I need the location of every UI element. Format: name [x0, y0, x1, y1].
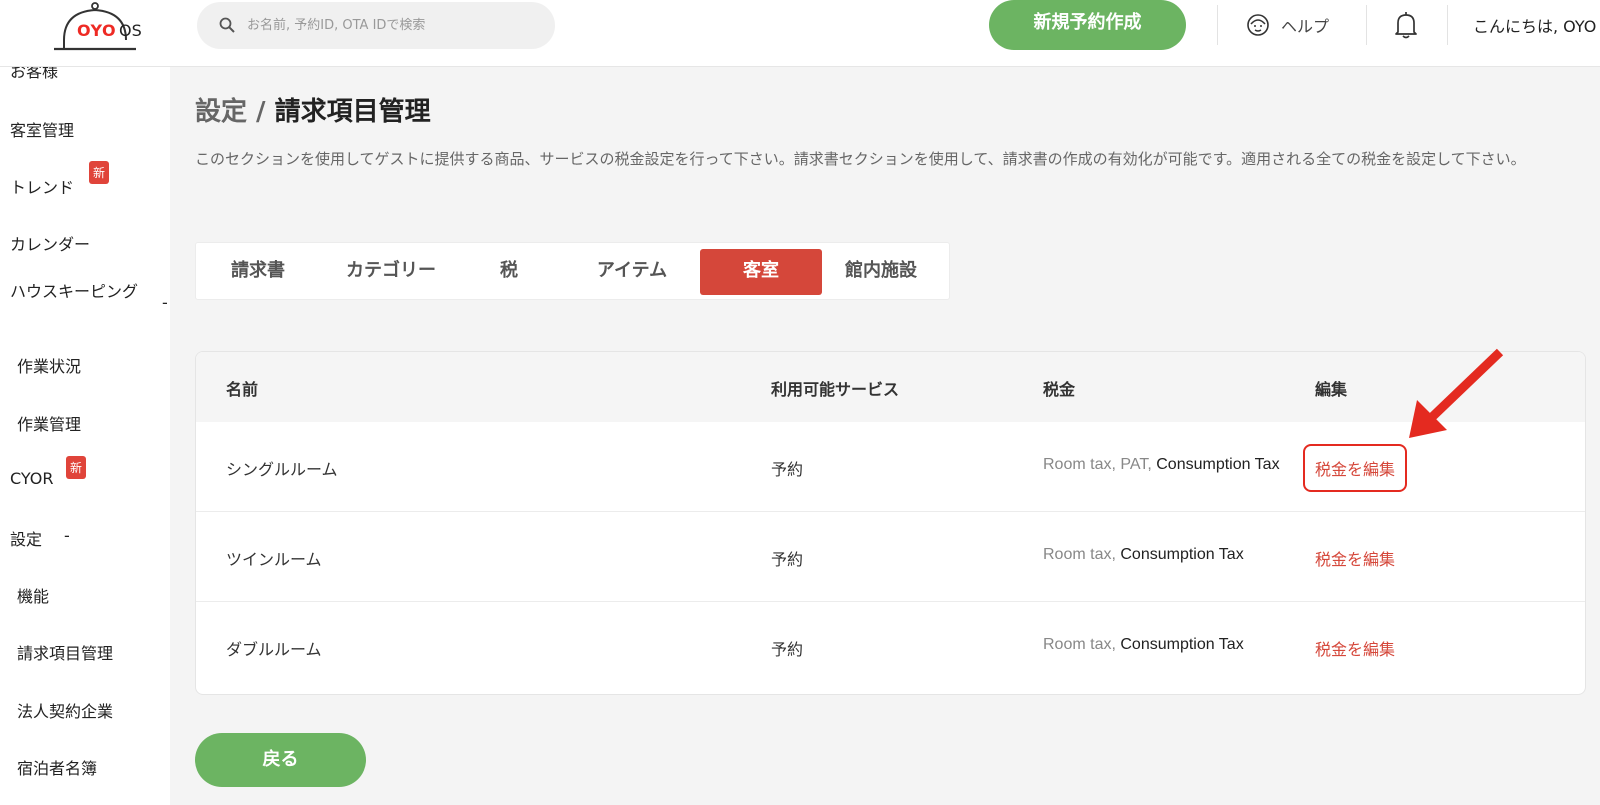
- sidebar-item-billing-items[interactable]: 請求項目管理: [17, 640, 113, 664]
- tab-rooms[interactable]: 客室: [700, 249, 822, 295]
- sidebar-item-guests[interactable]: お客様: [10, 67, 58, 82]
- support-agent-icon: [1247, 14, 1269, 36]
- tax-list-strong: Consumption Tax: [1120, 546, 1244, 563]
- logo-oyo-text: OYO: [77, 21, 117, 40]
- column-header-services: 利用可能サービス: [771, 380, 900, 399]
- new-booking-button[interactable]: 新規予約作成: [989, 0, 1186, 50]
- edit-tax-link[interactable]: 税金を編集: [1315, 546, 1395, 570]
- room-name: シングルルーム: [226, 460, 338, 479]
- page-description: このセクションを使用してゲストに提供する商品、サービスの税金設定を行って下さい。…: [195, 150, 1526, 168]
- tab-facilities[interactable]: 館内施設: [826, 249, 936, 295]
- page-title-text: 請求項目管理: [274, 97, 431, 127]
- column-header-edit: 編集: [1315, 380, 1348, 399]
- room-taxes: Room tax, PAT, Consumption Tax: [1043, 456, 1305, 474]
- table-row: ツインルーム 予約 Room tax, Consumption Tax 税金を編…: [196, 512, 1585, 602]
- sidebar-item-guest-register[interactable]: 宿泊者名簿: [17, 755, 97, 779]
- table-row: ダブルルーム 予約 Room tax, Consumption Tax 税金を編…: [196, 602, 1585, 692]
- new-badge: 新: [66, 456, 87, 479]
- annotation-arrow-icon: [1409, 348, 1504, 438]
- room-service: 予約: [771, 550, 804, 569]
- tax-list-dim: Room tax, PAT,: [1043, 456, 1152, 473]
- header-divider: [1447, 5, 1448, 45]
- column-header-name: 名前: [226, 380, 259, 399]
- top-bar: OYO OS 新規予約作成 ヘルプ こんにちは, OYO: [0, 0, 1600, 67]
- search-icon: [219, 17, 235, 33]
- rooms-table: 名前 利用可能サービス 税金 編集 シングルルーム 予約 Room tax, P…: [195, 351, 1586, 695]
- sidebar-item-trends[interactable]: トレンド: [10, 174, 74, 198]
- sidebar-item-settings[interactable]: 設定: [10, 526, 42, 550]
- help-button[interactable]: ヘルプ: [1245, 10, 1329, 40]
- help-label: ヘルプ: [1281, 17, 1330, 36]
- room-name: ツインルーム: [226, 550, 322, 569]
- column-header-taxes: 税金: [1043, 380, 1076, 399]
- tab-items[interactable]: アイテム: [572, 249, 692, 295]
- sidebar-item-corporate-clients[interactable]: 法人契約企業: [17, 698, 113, 722]
- tab-bar: 請求書 カテゴリー 税 アイテム 客室 館内施設: [195, 242, 950, 300]
- sidebar-item-calendar[interactable]: カレンダー: [10, 231, 90, 255]
- sidebar-item-housekeeping[interactable]: ハウスキーピング: [10, 279, 140, 304]
- breadcrumb[interactable]: 設定 /: [195, 97, 266, 127]
- tax-list-strong: Consumption Tax: [1156, 456, 1280, 473]
- table-row: シングルルーム 予約 Room tax, PAT, Consumption Ta…: [196, 422, 1585, 512]
- tax-list-strong: Consumption Tax: [1120, 636, 1244, 653]
- page-title: 設定 / 請求項目管理: [195, 91, 431, 128]
- header-divider: [1366, 5, 1367, 45]
- tab-invoices[interactable]: 請求書: [210, 249, 306, 295]
- collapse-toggle[interactable]: -: [162, 293, 168, 312]
- room-name: ダブルルーム: [226, 640, 322, 659]
- back-button[interactable]: 戻る: [195, 733, 366, 787]
- sidebar-item-task-management[interactable]: 作業管理: [17, 411, 81, 435]
- tax-list-dim: Room tax,: [1043, 636, 1116, 653]
- tab-categories[interactable]: カテゴリー: [326, 249, 456, 295]
- logo-os-text: OS: [119, 21, 142, 40]
- sidebar: お客様 客室管理 トレンド 新 カレンダー ハウスキーピング - 作業状況 作業…: [0, 67, 170, 805]
- tab-tax[interactable]: 税: [472, 249, 546, 295]
- search-input[interactable]: [247, 14, 537, 36]
- oyo-os-logo[interactable]: OYO OS: [50, 2, 150, 52]
- edit-tax-link[interactable]: 税金を編集: [1315, 636, 1395, 660]
- new-badge: 新: [89, 161, 110, 184]
- room-taxes: Room tax, Consumption Tax: [1043, 636, 1244, 654]
- collapse-toggle[interactable]: -: [64, 526, 70, 545]
- room-service: 予約: [771, 460, 804, 479]
- header-divider: [1217, 5, 1218, 45]
- sidebar-item-features[interactable]: 機能: [17, 583, 49, 607]
- table-header: 名前 利用可能サービス 税金 編集: [196, 352, 1585, 422]
- room-taxes: Room tax, Consumption Tax: [1043, 546, 1244, 564]
- tax-list-dim: Room tax,: [1043, 546, 1116, 563]
- edit-tax-link[interactable]: 税金を編集: [1302, 444, 1408, 492]
- sidebar-item-cyor[interactable]: CYOR: [10, 469, 54, 488]
- notification-bell-icon[interactable]: [1394, 10, 1418, 40]
- user-greeting[interactable]: こんにちは, OYO: [1473, 13, 1600, 37]
- sidebar-item-room-management[interactable]: 客室管理: [10, 117, 74, 141]
- sidebar-item-task-status[interactable]: 作業状況: [17, 353, 81, 377]
- room-service: 予約: [771, 640, 804, 659]
- search-bar[interactable]: [197, 2, 555, 49]
